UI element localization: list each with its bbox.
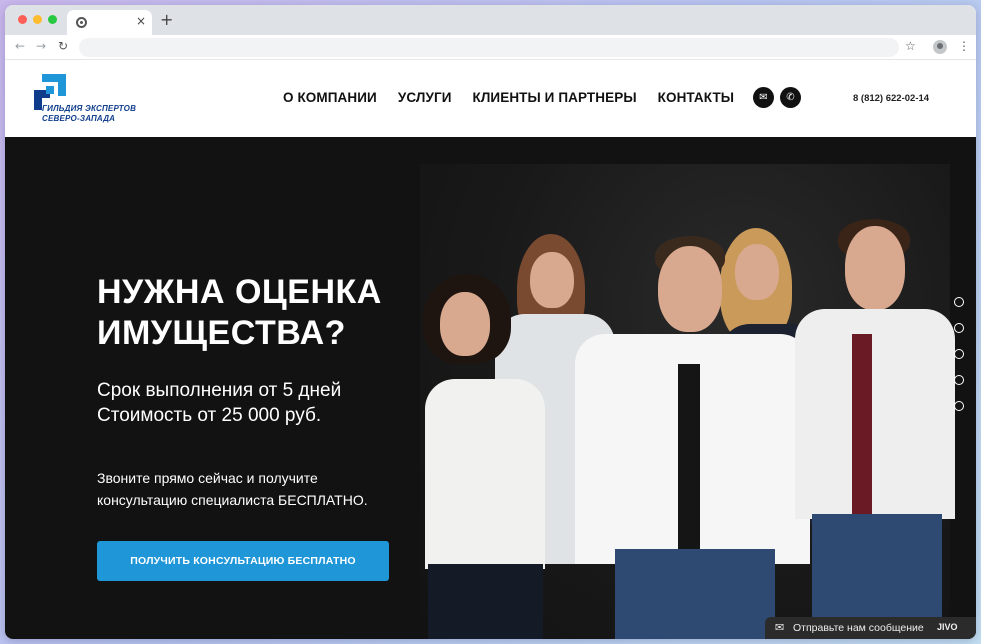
close-icon[interactable]: × <box>136 14 146 28</box>
maximize-window-button[interactable] <box>48 15 57 24</box>
jivo-logo: JIVO <box>937 622 958 632</box>
reload-icon[interactable]: ↻ <box>58 39 68 53</box>
more-menu-icon[interactable]: ⋮ <box>958 39 970 53</box>
chat-widget[interactable]: ✉ Отправьте нам сообщение JIVO <box>765 617 976 639</box>
forward-icon[interactable]: → <box>36 39 46 53</box>
logo-line-1: ГИЛЬДИЯ ЭКСПЕРТОВ <box>42 104 137 113</box>
menu-item-services[interactable]: УСЛУГИ <box>398 90 452 105</box>
hero-subtitle-line-2: Стоимость от 25 000 руб. <box>97 405 322 426</box>
slide-dot-5[interactable] <box>954 401 964 411</box>
hero-subtitle-line-1: Срок выполнения от 5 дней <box>97 380 342 401</box>
hero-title-line-1: НУЖНА ОЦЕНКА <box>97 273 382 311</box>
logo[interactable]: ГИЛЬДИЯ ЭКСПЕРТОВ СЕВЕРО-ЗАПАДА <box>32 72 136 128</box>
hero-subtitle: Срок выполнения от 5 дней Стоимость от 2… <box>97 378 341 428</box>
hero-title-line-2: ИМУЩЕСТВА? <box>97 314 346 352</box>
slider-pagination <box>954 297 964 411</box>
hero-cta-line-1: Звоните прямо сейчас и получите <box>97 470 318 486</box>
menu-item-contacts[interactable]: КОНТАКТЫ <box>658 90 734 105</box>
menu-item-about[interactable]: О КОМПАНИИ <box>283 90 377 105</box>
free-consultation-button[interactable]: ПОЛУЧИТЬ КОНСУЛЬТАЦИЮ БЕСПЛАТНО <box>97 541 389 581</box>
slide-dot-2[interactable] <box>954 323 964 333</box>
new-tab-button[interactable]: + <box>160 10 173 29</box>
phone-icon[interactable]: ✆ <box>780 87 801 108</box>
hero-section: НУЖНА ОЦЕНКА ИМУЩЕСТВА? Срок выполнения … <box>5 137 976 639</box>
menu-item-clients[interactable]: КЛИЕНТЫ И ПАРТНЕРЫ <box>473 90 637 105</box>
logo-text: ГИЛЬДИЯ ЭКСПЕРТОВ СЕВЕРО-ЗАПАДА <box>42 104 136 124</box>
chat-label[interactable]: Отправьте нам сообщение <box>793 622 924 634</box>
message-icon: ✉ <box>775 621 785 634</box>
star-icon[interactable]: ☆ <box>905 39 916 53</box>
browser-tab[interactable]: × <box>67 10 152 35</box>
window-controls <box>18 15 57 24</box>
address-bar[interactable] <box>79 38 899 57</box>
slide-dot-1[interactable] <box>954 297 964 307</box>
hero-title: НУЖНА ОЦЕНКА ИМУЩЕСТВА? <box>97 272 427 354</box>
slide-dot-4[interactable] <box>954 375 964 385</box>
back-icon[interactable]: ← <box>15 39 25 53</box>
close-window-button[interactable] <box>18 15 27 24</box>
chrome-icon <box>76 17 87 28</box>
mail-icon[interactable]: ✉ <box>753 87 774 108</box>
hero-cta-text: Звоните прямо сейчас и получите консульт… <box>97 467 368 511</box>
slide-dot-3[interactable] <box>954 349 964 359</box>
site-header: ГИЛЬДИЯ ЭКСПЕРТОВ СЕВЕРО-ЗАПАДА О КОМПАН… <box>5 60 976 137</box>
browser-toolbar: ← → ↻ ☆ ⋮ <box>5 35 976 60</box>
minimize-window-button[interactable] <box>33 15 42 24</box>
main-menu: О КОМПАНИИ УСЛУГИ КЛИЕНТЫ И ПАРТНЕРЫ КОН… <box>283 90 734 105</box>
team-photo <box>420 164 955 639</box>
tab-bar: × + <box>5 5 976 35</box>
profile-avatar[interactable] <box>933 40 947 54</box>
logo-line-2: СЕВЕРО-ЗАПАДА <box>42 114 116 123</box>
browser-window: × + ← → ↻ ☆ ⋮ ГИЛЬДИЯ ЭКСПЕРТОВ СЕВЕРО-З… <box>5 5 976 639</box>
hero-cta-line-2: консультацию специалиста БЕСПЛАТНО. <box>97 492 368 508</box>
phone-number[interactable]: 8 (812) 622-02-14 <box>853 93 929 104</box>
